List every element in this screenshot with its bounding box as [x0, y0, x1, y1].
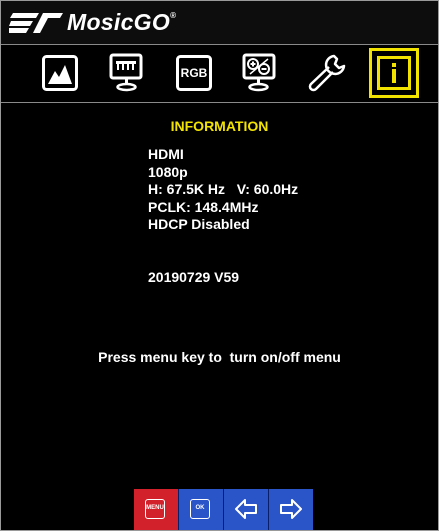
osd-window: MosicGO® RGB INFORMATION HDMI 1080p H: 6… [0, 0, 439, 531]
tab-display[interactable] [105, 51, 149, 95]
menu-hint: Press menu key to turn on/off menu [98, 349, 341, 365]
resolution: 1080p [148, 163, 188, 180]
display-settings-icon [109, 53, 143, 92]
left-arrow-key[interactable] [224, 489, 269, 530]
picture-icon [42, 55, 78, 91]
tab-rgb[interactable]: RGB [172, 51, 216, 95]
rgb-label: RGB [180, 66, 208, 80]
tab-information[interactable] [369, 48, 419, 98]
firmware-version: 20190729 V59 [148, 269, 240, 285]
menu-key[interactable]: MENU [134, 489, 179, 530]
right-arrow-icon [280, 499, 302, 519]
wrench-icon [308, 54, 346, 92]
tab-zoom[interactable] [238, 51, 282, 95]
panel-title: INFORMATION [170, 118, 269, 134]
menu-key-label: MENU [145, 499, 165, 519]
info-icon [377, 56, 411, 90]
hdcp-status: HDCP Disabled [148, 216, 250, 232]
header-bar: MosicGO® [1, 1, 438, 44]
right-arrow-key[interactable] [269, 489, 313, 530]
tab-picture[interactable] [38, 51, 82, 95]
input-source: HDMI [148, 146, 184, 162]
frequency: H: 67.5K Hz V: 60.0Hz [148, 181, 299, 197]
menu-toolbar: RGB [1, 45, 438, 101]
toolbar-divider [1, 102, 438, 103]
tab-setup[interactable] [305, 51, 349, 95]
brand-logo-icon [9, 13, 63, 33]
key-guide: MENU OK [134, 489, 313, 530]
zoom-icon [242, 53, 276, 92]
ok-key[interactable]: OK [179, 489, 224, 530]
ok-key-label: OK [190, 499, 210, 519]
brand-name: MosicGO® [67, 9, 177, 35]
pixel-clock: PCLK: 148.4MHz [148, 198, 259, 215]
left-arrow-icon [235, 499, 257, 519]
signal-info: HDMI 1080p H: 67.5K Hz V: 60.0Hz PCLK: 1… [148, 146, 298, 234]
